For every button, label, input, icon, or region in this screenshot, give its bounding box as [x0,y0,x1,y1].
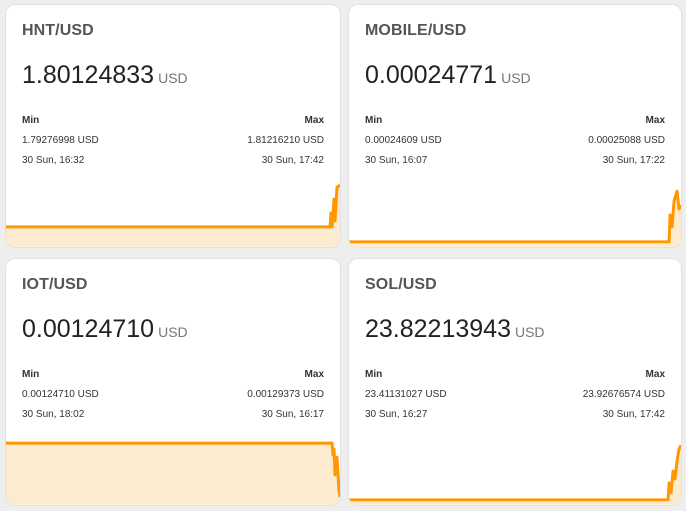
current-price: 23.82213943 USD [365,315,545,344]
max-value: 0.00129373 USD [247,388,324,400]
min-max-stats: Min Max 0.00024609 USD 0.00025088 USD 30… [365,110,665,170]
price-card-hnt[interactable]: HNT/USD 1.80124833 USD Min Max 1.79276998… [5,4,341,248]
card-title: MOBILE/USD [365,22,467,39]
min-value: 0.00124710 USD [22,388,99,400]
price-unit: USD [158,70,188,86]
sparkline-chart [6,441,340,505]
min-label: Min [365,114,383,126]
current-price: 1.80124833 USD [22,61,188,90]
min-max-stats: Min Max 0.00124710 USD 0.00129373 USD 30… [22,364,324,424]
max-label: Max [645,368,665,380]
min-time: 30 Sun, 16:32 [22,154,85,166]
price-card-sol[interactable]: SOL/USD 23.82213943 USD Min Max 23.411310… [348,258,682,506]
sparkline-area [6,185,340,247]
sparkline-chart [6,183,340,247]
sparkline-line [6,183,340,229]
min-label: Min [365,368,383,380]
min-label: Min [22,114,40,126]
min-value: 0.00024609 USD [365,134,442,146]
sparkline-line [349,444,681,502]
min-max-stats: Min Max 1.79276998 USD 1.81216210 USD 30… [22,110,324,170]
card-title: SOL/USD [365,276,437,293]
max-time: 30 Sun, 17:42 [602,408,665,420]
price-value: 0.00024771 [365,61,498,89]
sparkline-area [349,445,681,505]
price-value: 0.00124710 [22,315,155,343]
min-time: 30 Sun, 18:02 [22,408,85,420]
min-time: 30 Sun, 16:27 [365,408,428,420]
max-label: Max [645,114,665,126]
price-card-iot[interactable]: IOT/USD 0.00124710 USD Min Max 0.00124710… [5,258,341,506]
card-title: IOT/USD [22,276,88,293]
sparkline-chart [349,189,681,247]
card-title: HNT/USD [22,22,94,39]
min-label: Min [22,368,40,380]
price-card-mobile[interactable]: MOBILE/USD 0.00024771 USD Min Max 0.00024… [348,4,682,248]
max-label: Max [304,114,324,126]
price-unit: USD [501,70,531,86]
max-value: 1.81216210 USD [247,134,324,146]
price-value: 1.80124833 [22,61,155,89]
sparkline-line [349,189,681,244]
max-time: 30 Sun, 16:17 [261,408,324,420]
price-unit: USD [158,324,188,340]
min-max-stats: Min Max 23.41131027 USD 23.92676574 USD … [365,364,665,424]
max-value: 0.00025088 USD [588,134,665,146]
current-price: 0.00124710 USD [22,315,188,344]
min-time: 30 Sun, 16:07 [365,154,428,166]
max-label: Max [304,368,324,380]
max-time: 30 Sun, 17:22 [602,154,665,166]
min-value: 1.79276998 USD [22,134,99,146]
sparkline-area [6,443,340,505]
price-unit: USD [514,324,545,340]
sparkline-chart [349,444,681,505]
sparkline-area [349,191,681,247]
max-value: 23.92676574 USD [582,388,665,400]
current-price: 0.00024771 USD [365,61,531,90]
min-value: 23.41131027 USD [365,388,447,400]
price-value: 23.82213943 [365,315,511,343]
max-time: 30 Sun, 17:42 [261,154,324,166]
